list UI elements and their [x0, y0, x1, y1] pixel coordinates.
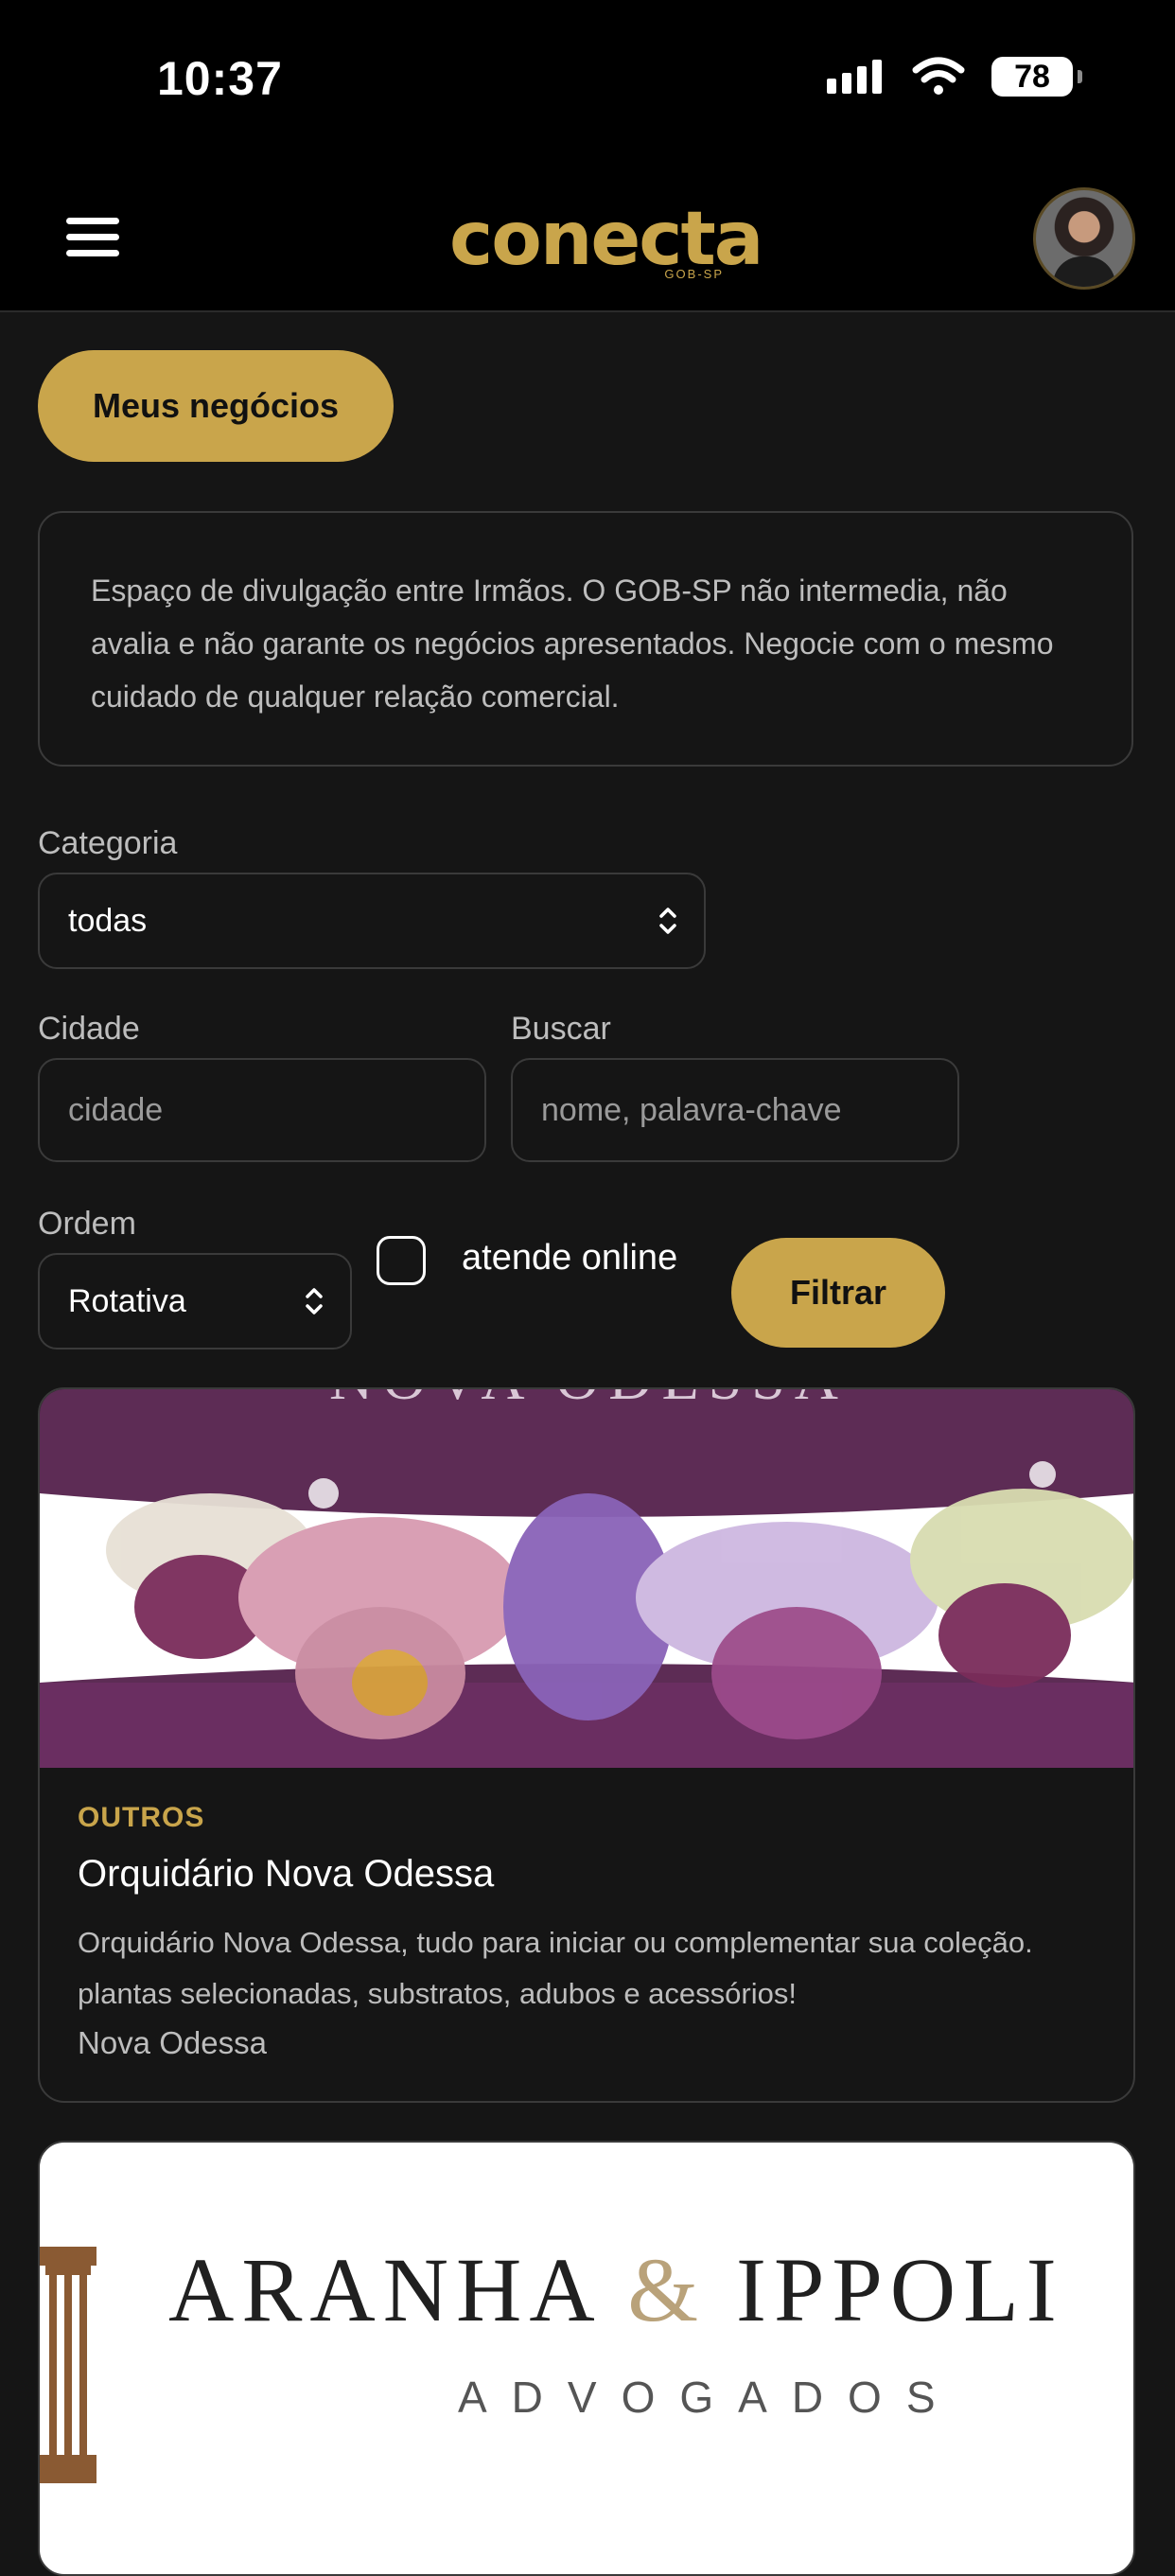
cidade-label: Cidade — [38, 1011, 140, 1047]
hamburger-menu-button[interactable] — [66, 218, 123, 259]
hamburger-icon — [66, 218, 119, 224]
listing-card[interactable]: ARANHA & IPPOLI ADVOGADOS — [38, 2141, 1135, 2576]
logo-subtitle: GOB-SP — [664, 267, 724, 281]
filtrar-button[interactable]: Filtrar — [731, 1238, 945, 1348]
cidade-placeholder: cidade — [68, 1091, 164, 1128]
law-firm-subtitle: ADVOGADOS — [458, 2373, 960, 2422]
buscar-placeholder: nome, palavra-chave — [541, 1091, 842, 1128]
law-firm-name: ARANHA & IPPOLI — [168, 2239, 1064, 2340]
ordem-select[interactable]: Rotativa — [38, 1253, 352, 1350]
ordem-label: Ordem — [38, 1206, 136, 1242]
wifi-icon — [912, 57, 965, 95]
categoria-select[interactable]: todas — [38, 873, 706, 969]
listing-card[interactable]: NOVA ODESSA OUTROS Orquidário Nova Odess… — [38, 1387, 1135, 2103]
buscar-label: Buscar — [511, 1011, 611, 1047]
buscar-input[interactable]: nome, palavra-chave — [511, 1058, 959, 1162]
column-logo-icon — [40, 2247, 96, 2483]
meus-negocios-button[interactable]: Meus negócios — [38, 350, 394, 462]
svg-text:NOVA ODESSA: NOVA ODESSA — [329, 1389, 848, 1412]
atende-online-checkbox[interactable] — [377, 1236, 426, 1285]
listing-category: OUTROS — [78, 1802, 205, 1833]
app-logo: conecta GOB-SP — [449, 197, 763, 282]
battery-indicator: 78 — [991, 57, 1082, 97]
updown-chevron-icon — [659, 908, 676, 934]
atende-online-label: atende online — [462, 1238, 678, 1278]
listing-title: Orquidário Nova Odessa — [78, 1853, 495, 1895]
status-icons: 78 — [827, 57, 1082, 97]
status-time: 10:37 — [157, 52, 283, 105]
listing-city: Nova Odessa — [78, 2025, 267, 2060]
listing-description: Orquidário Nova Odessa, tudo para inicia… — [78, 1926, 1033, 2010]
user-avatar[interactable] — [1033, 187, 1135, 290]
app-header: 10:37 78 conecta GOB-SP — [0, 0, 1175, 312]
categoria-label: Categoria — [38, 825, 178, 861]
disclaimer-notice: Espaço de divulgação entre Irmãos. O GOB… — [38, 511, 1133, 767]
banner-caption: NOVA ODESSA — [329, 1389, 848, 1412]
cidade-input[interactable]: cidade — [38, 1058, 486, 1162]
ordem-value: Rotativa — [68, 1282, 186, 1319]
updown-chevron-icon — [306, 1288, 323, 1314]
categoria-value: todas — [68, 902, 148, 939]
cellular-signal-icon — [827, 60, 882, 94]
